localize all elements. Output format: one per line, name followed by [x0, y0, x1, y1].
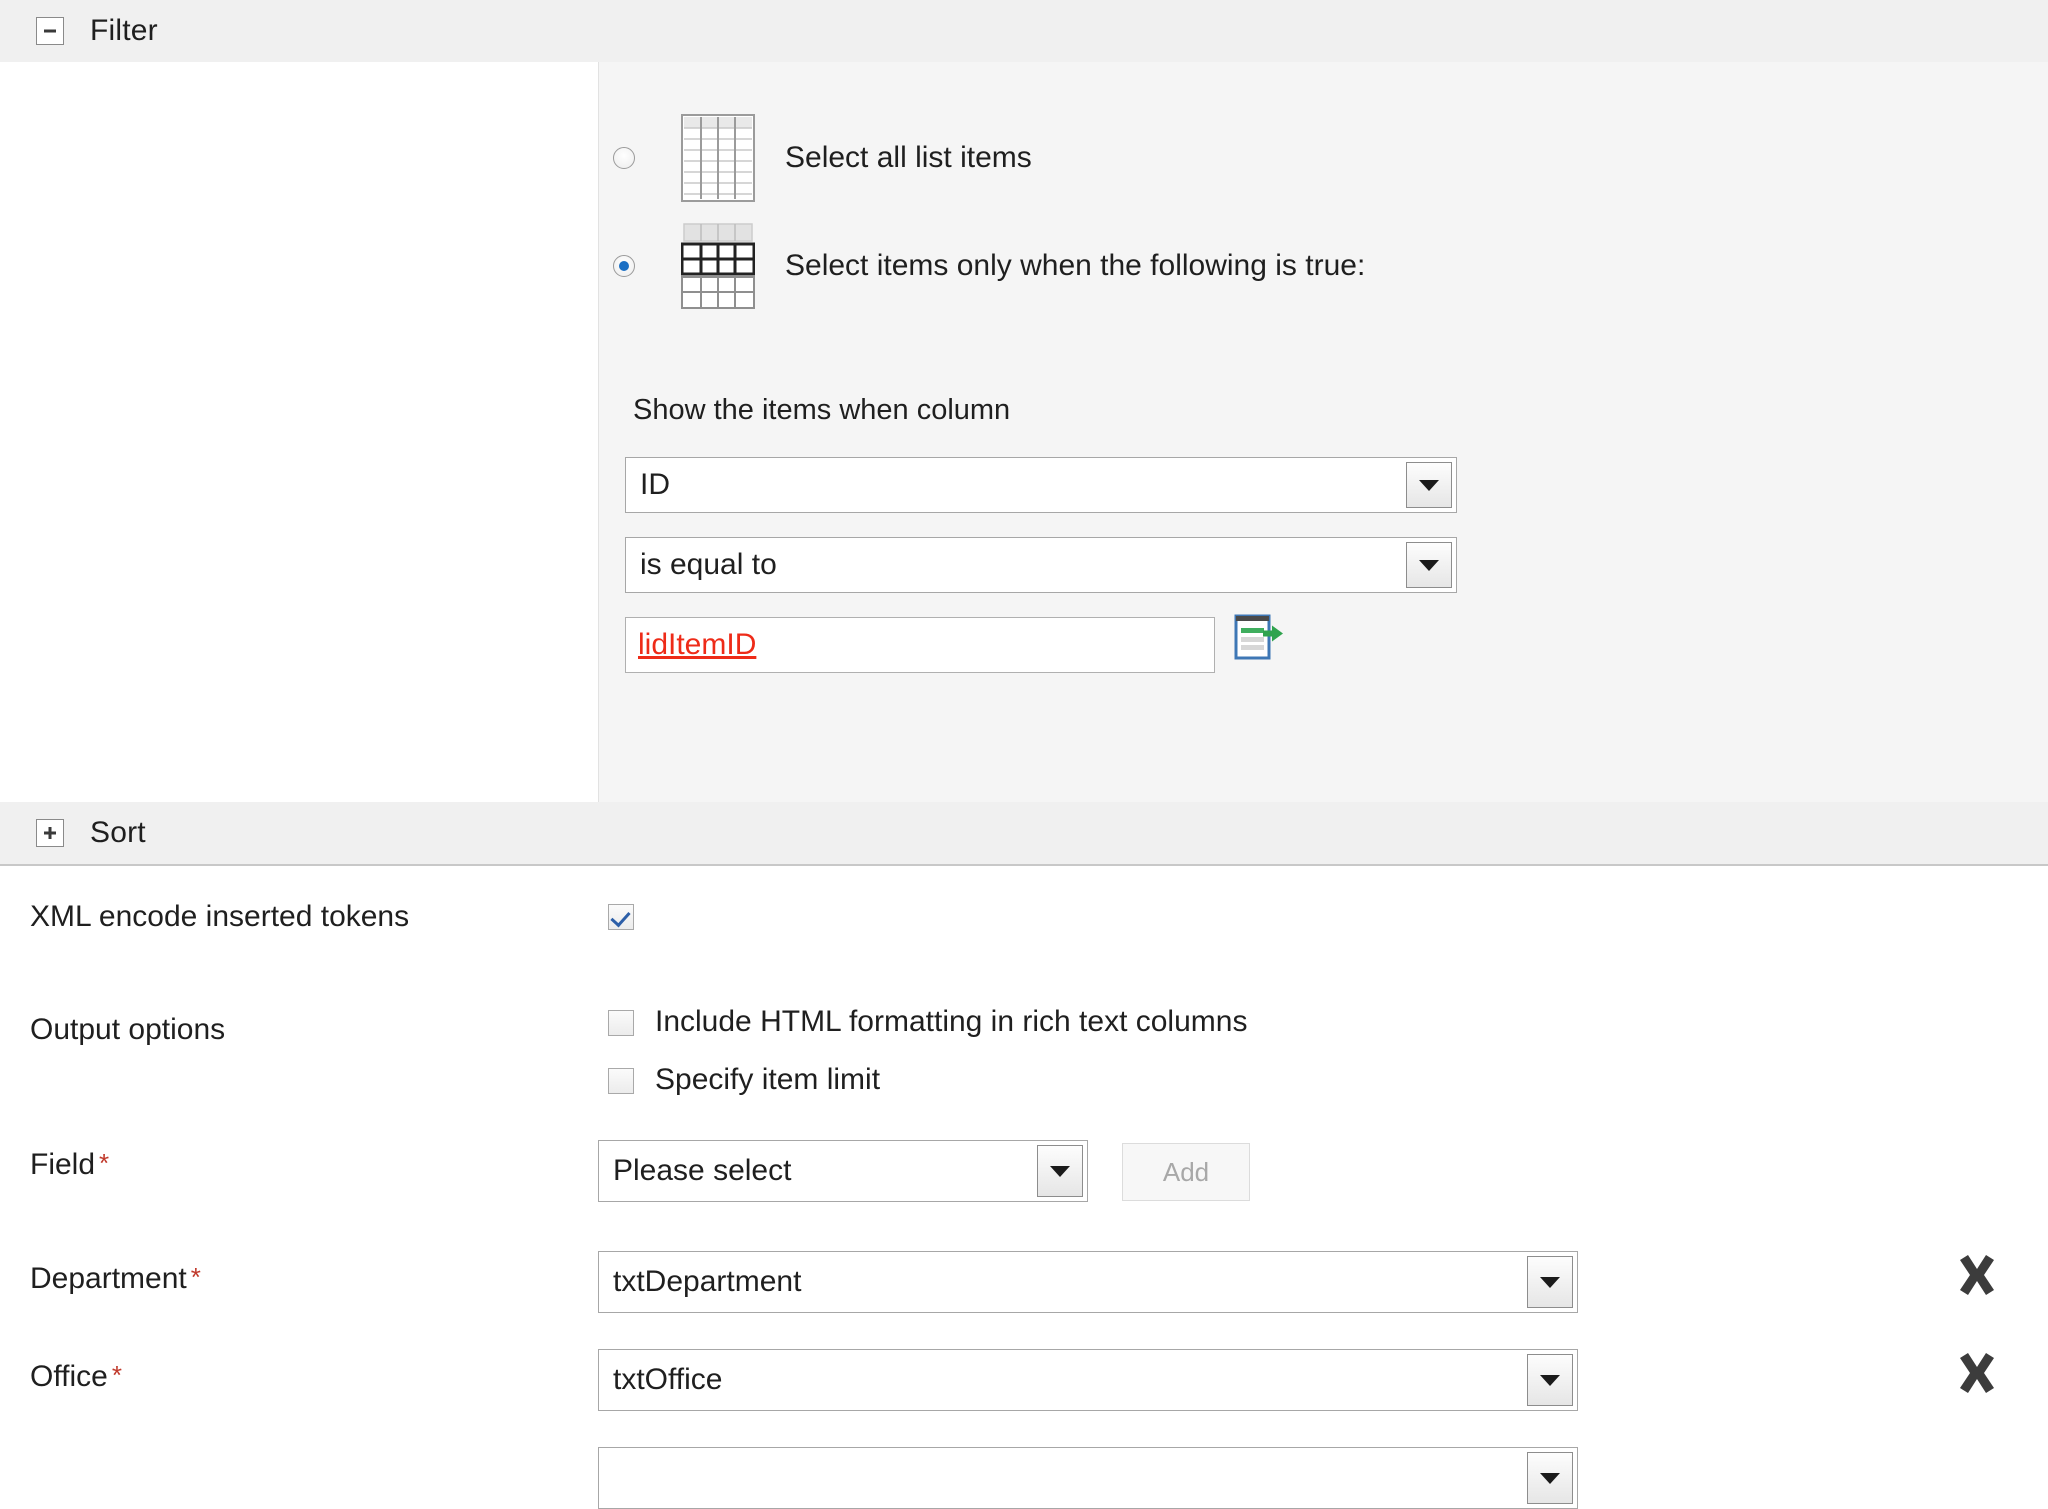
required-asterisk: * [191, 1262, 201, 1292]
office-label-text: Office [30, 1360, 108, 1393]
filter-operator-select[interactable]: is equal to [625, 537, 1457, 593]
add-field-button[interactable]: Add [1122, 1143, 1250, 1201]
include-html-formatting-checkbox[interactable] [608, 1010, 634, 1036]
field-label: Field* [30, 1148, 109, 1182]
department-label-text: Department [30, 1262, 187, 1295]
chevron-down-icon[interactable] [1037, 1145, 1083, 1197]
table-grid-icon [681, 114, 755, 202]
xml-encode-checkbox[interactable] [608, 904, 634, 930]
condition-heading: Show the items when column [633, 394, 1010, 427]
office-select[interactable]: txtOffice [598, 1349, 1578, 1411]
remove-department-row-button[interactable] [1954, 1252, 2000, 1298]
filter-option-select-all[interactable]: Select all list items [613, 114, 1032, 202]
expand-icon[interactable] [36, 819, 64, 847]
department-label: Department* [30, 1262, 201, 1296]
close-icon [1954, 1252, 2000, 1298]
filter-value-input[interactable]: lidItemID [625, 617, 1215, 673]
filter-body: Select all list items [0, 62, 2048, 802]
sort-section-title: Sort [90, 816, 146, 850]
filter-column-value: ID [626, 468, 1406, 502]
sort-section-header[interactable]: Sort [0, 802, 2048, 866]
filter-option-conditional[interactable]: Select items only when the following is … [613, 222, 1365, 310]
filter-section-header[interactable]: Filter [0, 0, 2048, 64]
filter-operator-value: is equal to [626, 548, 1406, 582]
filter-option-label: Select all list items [785, 141, 1032, 175]
filter-section-title: Filter [90, 14, 158, 48]
remove-office-row-button[interactable] [1954, 1350, 2000, 1396]
insert-token-icon[interactable] [1232, 612, 1284, 669]
office-label: Office* [30, 1360, 122, 1394]
next-row-select[interactable] [598, 1447, 1578, 1509]
required-asterisk: * [99, 1148, 109, 1178]
field-select[interactable]: Please select [598, 1140, 1088, 1202]
department-select[interactable]: txtDepartment [598, 1251, 1578, 1313]
chevron-down-icon[interactable] [1406, 462, 1452, 508]
chevron-down-icon[interactable] [1527, 1452, 1573, 1504]
filter-option-label: Select items only when the following is … [785, 249, 1365, 283]
radio-select-conditional[interactable] [613, 255, 635, 277]
field-select-value: Please select [599, 1154, 1037, 1188]
specify-item-limit-label: Specify item limit [655, 1063, 880, 1097]
specify-item-limit-checkbox[interactable] [608, 1068, 634, 1094]
required-asterisk: * [112, 1360, 122, 1390]
output-options-label: Output options [30, 1013, 225, 1047]
department-select-value: txtDepartment [599, 1265, 1527, 1299]
filter-column-select[interactable]: ID [625, 457, 1457, 513]
xml-encode-label: XML encode inserted tokens [30, 900, 409, 934]
chevron-down-icon[interactable] [1406, 542, 1452, 588]
include-html-formatting-label: Include HTML formatting in rich text col… [655, 1005, 1247, 1039]
close-icon [1954, 1350, 2000, 1396]
field-label-text: Field [30, 1148, 95, 1181]
radio-select-all[interactable] [613, 147, 635, 169]
collapse-icon[interactable] [36, 17, 64, 45]
chevron-down-icon[interactable] [1527, 1354, 1573, 1406]
filter-value-text: lidItemID [626, 628, 756, 662]
filtered-table-icon [681, 222, 755, 310]
office-select-value: txtOffice [599, 1363, 1527, 1397]
chevron-down-icon[interactable] [1527, 1256, 1573, 1308]
